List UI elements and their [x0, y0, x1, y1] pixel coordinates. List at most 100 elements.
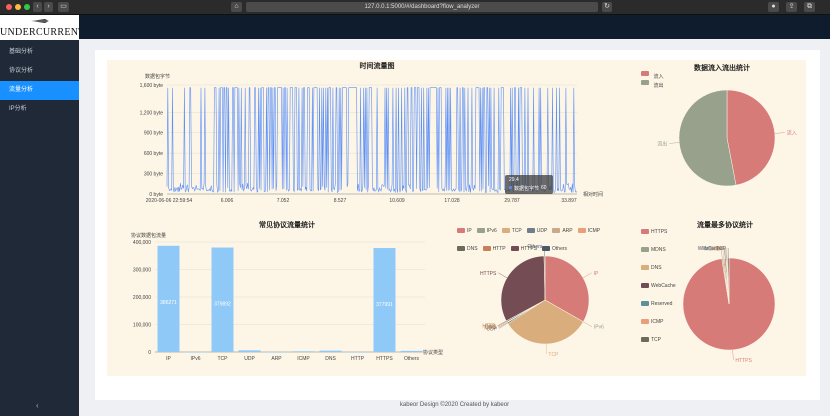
- top-protocol-pie-chart[interactable]: HTTPSMDNSDNSWebCacheReservedICMPTCP: [637, 240, 807, 375]
- y-tick-label: 100,000: [133, 323, 151, 329]
- close-window-icon[interactable]: [6, 4, 12, 10]
- x-tick-label: TCP: [218, 356, 229, 362]
- bar: [211, 247, 234, 352]
- sidebar-menu: 基础分析 协议分析 流量分析 IP分析: [0, 43, 79, 119]
- y-tick-label: 600 byte: [144, 151, 163, 157]
- logo-text: UNDERCURRENT: [0, 27, 85, 38]
- legend-label: IPv6: [486, 228, 497, 234]
- url-text: 127.0.0.1:5000/#/dashboard?flow_analyzer: [364, 4, 480, 10]
- legend-item[interactable]: TCP: [501, 228, 522, 237]
- collapse-sidebar-icon[interactable]: ‹: [36, 401, 39, 410]
- x-tick-label: 29.787: [504, 198, 520, 204]
- legend-item[interactable]: HTTPS: [641, 229, 667, 238]
- bar: [400, 350, 423, 352]
- bar-data-label: 379892: [214, 302, 231, 308]
- y-tick-label: 300 byte: [144, 172, 163, 178]
- legend-swatch: [457, 228, 465, 234]
- content-card: 时间流量图 数据包字节 相对时间 0 byte 300 byte 600 byte 9…: [95, 50, 820, 400]
- protocol-label-line: [498, 272, 508, 279]
- top-protocol-slice-label: HTTPS: [735, 358, 752, 364]
- protocol-pie-chart[interactable]: IPIPv6TCPUDPARPICMPDNSHTTPHTTPSOthers: [457, 238, 637, 373]
- legend-label: UDP: [536, 228, 548, 234]
- x-tick-label: UDP: [244, 356, 255, 362]
- legend-swatch: [641, 229, 649, 235]
- y-tick-label: 900 byte: [144, 131, 163, 137]
- x-tick-label: 2020-06-06 22:59:54: [146, 198, 193, 204]
- protocol-slice-label: HTTP: [482, 324, 496, 330]
- browser-chrome: ‹ › ▭ ⌂ 127.0.0.1:5000/#/dashboard?flow_…: [0, 0, 830, 15]
- x-tick-label: ICMP: [297, 356, 310, 362]
- protocol-slice-label: TCP: [548, 352, 559, 358]
- bar-data-label: 386271: [160, 300, 177, 306]
- x-tick-label: ARP: [271, 356, 282, 362]
- line-chart-tooltip: 29.4 数据包字节 60: [505, 175, 553, 194]
- legend-item[interactable]: ARP: [552, 228, 573, 237]
- x-tick-label: 7.052: [277, 198, 290, 204]
- protocol-slice-label: IP: [594, 271, 599, 277]
- sidebar-item-traffic[interactable]: 流量分析: [0, 81, 79, 100]
- x-tick-label: Others: [404, 356, 420, 362]
- top-protocol-slice-label: TCP: [716, 246, 727, 252]
- minimize-window-icon[interactable]: [15, 4, 21, 10]
- legend-label: ARP: [562, 228, 573, 234]
- legend-label: IP: [467, 228, 472, 234]
- inout-pie-title: 数据流入流出统计: [694, 65, 750, 72]
- y-tick-label: 1,600 byte: [140, 83, 164, 89]
- legend-label: HTTPS: [651, 229, 668, 235]
- legend-swatch: [577, 228, 586, 234]
- reload-icon[interactable]: ↻: [602, 2, 612, 12]
- inout-label-line: [669, 142, 680, 144]
- bar: [265, 351, 288, 353]
- legend-swatch: [501, 228, 510, 234]
- inout-pie-chart[interactable]: 流入流出: [637, 80, 807, 200]
- protocol-slice-label: IPv6: [594, 325, 604, 331]
- protocol-slice-label: HTTPS: [480, 271, 497, 277]
- bar: [184, 352, 207, 353]
- footer-text: kabeor Design ©2020 Created by kabeor: [399, 402, 510, 408]
- x-tick-label: 33.897: [561, 198, 577, 204]
- x-tick-label: 17.028: [444, 198, 460, 204]
- legend-item[interactable]: UDP: [526, 228, 548, 237]
- forward-button[interactable]: ›: [44, 2, 53, 12]
- y-tick-label: 200,000: [133, 295, 151, 301]
- home-icon[interactable]: ⌂: [231, 2, 242, 12]
- protocol-label-line: [582, 272, 592, 279]
- protocol-slice-label: Others: [527, 244, 543, 250]
- info-icon[interactable]: ●: [768, 2, 779, 12]
- y-tick-label: 0: [148, 350, 151, 356]
- bar-chart[interactable]: 0 100,000 200,000 300,000 400,000 IP 386271 IPv…: [107, 220, 457, 370]
- legend-label: ICMP: [587, 228, 601, 234]
- legend-swatch: [526, 228, 535, 234]
- top-header: [79, 15, 830, 39]
- legend-swatch: [476, 228, 485, 234]
- share-icon[interactable]: ⇪: [786, 2, 797, 12]
- top-protocol-label-line: [732, 349, 734, 360]
- back-button[interactable]: ‹: [33, 2, 42, 12]
- legend-item[interactable]: IP: [457, 228, 472, 237]
- x-tick-label: 8.527: [334, 198, 347, 204]
- y-tick-label: 1,200 byte: [140, 110, 164, 116]
- sidebar-item-basic[interactable]: 基础分析: [0, 43, 79, 62]
- address-bar[interactable]: 127.0.0.1:5000/#/dashboard?flow_analyzer: [246, 2, 598, 12]
- tabs-icon[interactable]: ⧉: [804, 2, 815, 12]
- x-tick-label: HTTPS: [376, 356, 393, 362]
- protocol-label-line: [583, 321, 593, 327]
- sidebar: UNDERCURRENT 基础分析 协议分析 流量分析 IP分析 ‹: [0, 15, 85, 416]
- maximize-window-icon[interactable]: [24, 4, 30, 10]
- sidebar-toggle-icon[interactable]: ▭: [58, 2, 69, 12]
- legend-item-in[interactable]: 流入: [641, 65, 663, 80]
- legend-item[interactable]: ICMP: [577, 228, 601, 237]
- logo: UNDERCURRENT: [0, 15, 85, 40]
- bar-data-label: 377991: [376, 302, 393, 308]
- inout-slice: [726, 89, 776, 186]
- legend-swatch: [552, 228, 561, 234]
- sidebar-item-ip[interactable]: IP分析: [0, 100, 79, 119]
- legend-item[interactable]: IPv6: [476, 228, 497, 237]
- tooltip-value: 60: [541, 185, 547, 191]
- x-tick-label: 10.609: [389, 198, 405, 204]
- y-tick-label: 400,000: [133, 240, 151, 246]
- inout-slice-label: 流出: [657, 140, 667, 147]
- sidebar-item-protocol[interactable]: 协议分析: [0, 62, 79, 81]
- x-tick-label: IP: [166, 356, 171, 362]
- chart-panel: 时间流量图 数据包字节 相对时间 0 byte 300 byte 600 byte 9…: [107, 60, 806, 376]
